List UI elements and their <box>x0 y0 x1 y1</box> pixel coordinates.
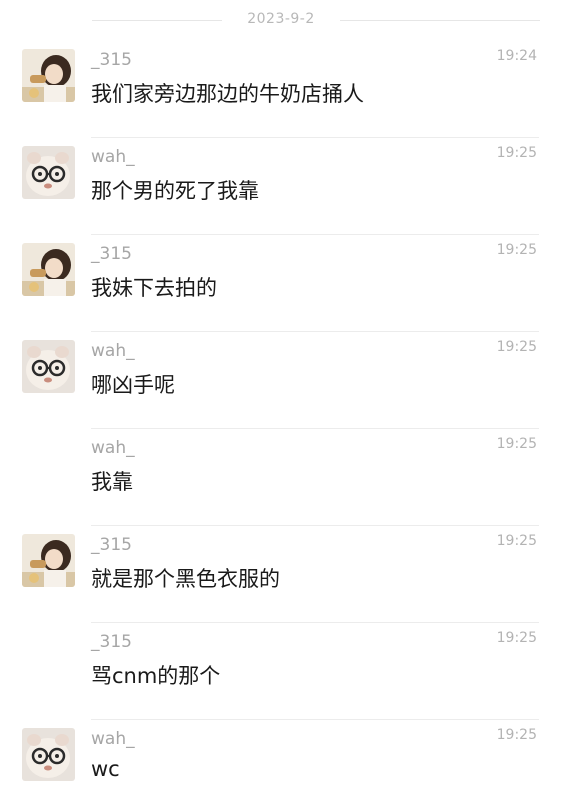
message-time: 19:25 <box>496 339 537 355</box>
plush-glasses-avatar[interactable] <box>22 728 75 781</box>
chat-message[interactable]: _315 19:25 就是那个黑色衣服的 <box>0 526 561 623</box>
message-time: 19:25 <box>496 436 537 452</box>
message-time: 19:24 <box>496 48 537 64</box>
chat-message[interactable]: _315 19:25 骂cnm的那个 <box>0 623 561 720</box>
sender-name: wah_ <box>91 438 135 458</box>
girl-avatar[interactable] <box>22 243 75 296</box>
sender-name: wah_ <box>91 147 135 167</box>
sender-name: _315 <box>91 632 132 652</box>
message-time: 19:25 <box>496 630 537 646</box>
message-text: 骂cnm的那个 <box>91 664 221 688</box>
sender-name: _315 <box>91 244 132 264</box>
message-time: 19:25 <box>496 727 537 743</box>
message-text: 我妹下去拍的 <box>91 276 217 300</box>
date-line-left <box>92 20 222 21</box>
plush-glasses-avatar[interactable] <box>22 340 75 393</box>
message-text: 那个男的死了我靠 <box>91 179 259 203</box>
message-text: 我们家旁边那边的牛奶店捅人 <box>91 82 364 106</box>
chat-message[interactable]: _315 19:25 我妹下去拍的 <box>0 235 561 332</box>
message-time: 19:25 <box>496 145 537 161</box>
date-separator: 2023-9-2 <box>0 0 561 40</box>
plush-glasses-avatar[interactable] <box>22 146 75 199</box>
date-line-right <box>340 20 540 21</box>
chat-message[interactable]: wah_ 19:25 那个男的死了我靠 <box>0 138 561 235</box>
sender-name: _315 <box>91 50 132 70</box>
message-time: 19:25 <box>496 242 537 258</box>
chat-message[interactable]: _315 19:24 我们家旁边那边的牛奶店捅人 <box>0 41 561 138</box>
message-text: wc <box>91 757 120 781</box>
girl-avatar[interactable] <box>22 534 75 587</box>
message-text: 就是那个黑色衣服的 <box>91 567 280 591</box>
sender-name: wah_ <box>91 341 135 361</box>
chat-message[interactable]: wah_ 19:25 wc <box>0 720 561 800</box>
message-time: 19:25 <box>496 533 537 549</box>
sender-name: wah_ <box>91 729 135 749</box>
sender-name: _315 <box>91 535 132 555</box>
message-text: 我靠 <box>91 470 133 494</box>
date-label: 2023-9-2 <box>247 11 315 27</box>
chat-message[interactable]: wah_ 19:25 哪凶手呢 <box>0 332 561 429</box>
message-text: 哪凶手呢 <box>91 373 175 397</box>
girl-avatar[interactable] <box>22 49 75 102</box>
chat-history-page: 2023-9-2 _315 19:24 我们家旁边那边的牛奶店捅人 wah_ 1… <box>0 0 561 800</box>
chat-message[interactable]: wah_ 19:25 我靠 <box>0 429 561 526</box>
